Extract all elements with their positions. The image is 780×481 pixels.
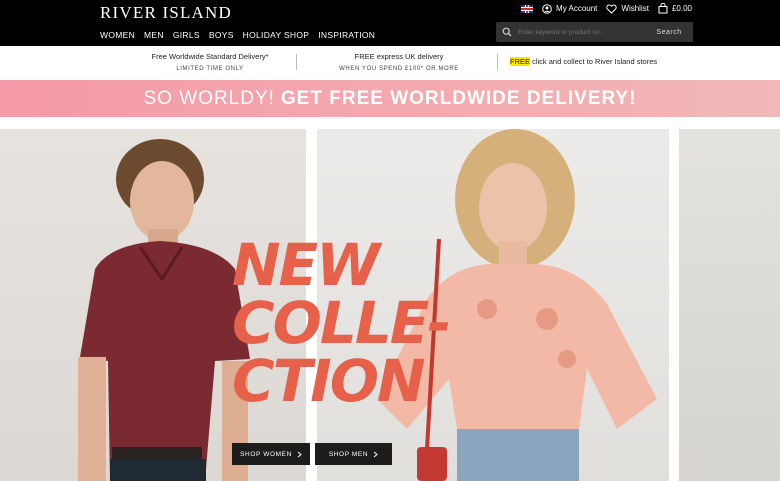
my-account-link[interactable]: My Account [542,3,598,14]
heart-icon [606,4,618,14]
promo-bold-text: GET FREE WORLDWIDE DELIVERY! [280,87,637,109]
delivery-click-collect[interactable]: FREE click and collect to River Island s… [510,56,690,68]
search-bar: Search [496,22,693,42]
nav-item-boys[interactable]: BOYS [209,30,234,40]
click-collect-text: click and collect to River Island stores [530,57,658,66]
hero-image-third[interactable] [679,129,780,481]
shop-men-label: SHOP MEN [328,450,369,458]
delivery-divider [497,54,498,70]
uk-flag-icon[interactable] [521,4,534,13]
new-collection-headline: NEW COLLE- CTION [232,231,451,415]
free-highlight: FREE [510,57,531,66]
basket-link[interactable]: £0.00 [658,3,692,14]
nav-item-men[interactable]: MEN [144,30,164,40]
wishlist-link[interactable]: Wishlist [606,4,649,14]
user-icon [542,3,552,14]
nav-item-women[interactable]: WOMEN [100,30,135,40]
main-nav: WOMEN MEN GIRLS BOYS HOLIDAY SHOP INSPIR… [100,30,375,40]
shop-women-label: SHOP WOMEN [240,450,292,458]
delivery-express-title: FREE express UK delivery [354,52,444,61]
shopping-bag-icon [658,3,668,14]
shop-men-button[interactable]: SHOP MEN [315,443,392,465]
delivery-express-sub: WHEN YOU SPEND £100* OR MORE [339,66,459,72]
delivery-express[interactable]: FREE express UK delivery WHEN YOU SPEND … [300,51,498,75]
site-logo[interactable]: RIVER ISLAND [100,3,232,23]
promo-light-text: SO WORLDY! [143,87,275,109]
wishlist-label: Wishlist [621,4,649,13]
nav-item-inspiration[interactable]: INSPIRATION [318,30,375,40]
my-account-label: My Account [556,4,598,13]
delivery-worldwide[interactable]: Free Worldwide Standard Delivery* LIMITE… [120,51,300,75]
headline-line-3: CTION [232,347,426,415]
delivery-strip: Free Worldwide Standard Delivery* LIMITE… [0,46,780,80]
search-icon[interactable] [496,27,518,37]
top-header: RIVER ISLAND WOMEN MEN GIRLS BOYS HOLIDA… [0,0,780,46]
chevron-right-icon [297,451,302,457]
nav-item-holiday-shop[interactable]: HOLIDAY SHOP [243,30,310,40]
chevron-right-icon [373,451,378,457]
delivery-worldwide-sub: LIMITED TIME ONLY [176,66,244,72]
delivery-divider [296,54,297,70]
promo-banner[interactable]: SO WORLDY! GET FREE WORLDWIDE DELIVERY! [0,80,780,117]
search-button[interactable]: Search [645,22,693,42]
headline-line-2: COLLE- [232,289,451,357]
basket-total: £0.00 [671,4,692,13]
nav-item-girls[interactable]: GIRLS [173,30,200,40]
delivery-worldwide-title: Free Worldwide Standard Delivery* [151,52,269,61]
account-bar: My Account Wishlist £0.00 [521,3,692,14]
search-input[interactable] [518,28,638,36]
shop-women-button[interactable]: SHOP WOMEN [232,443,310,465]
headline-line-1: NEW [232,231,380,299]
